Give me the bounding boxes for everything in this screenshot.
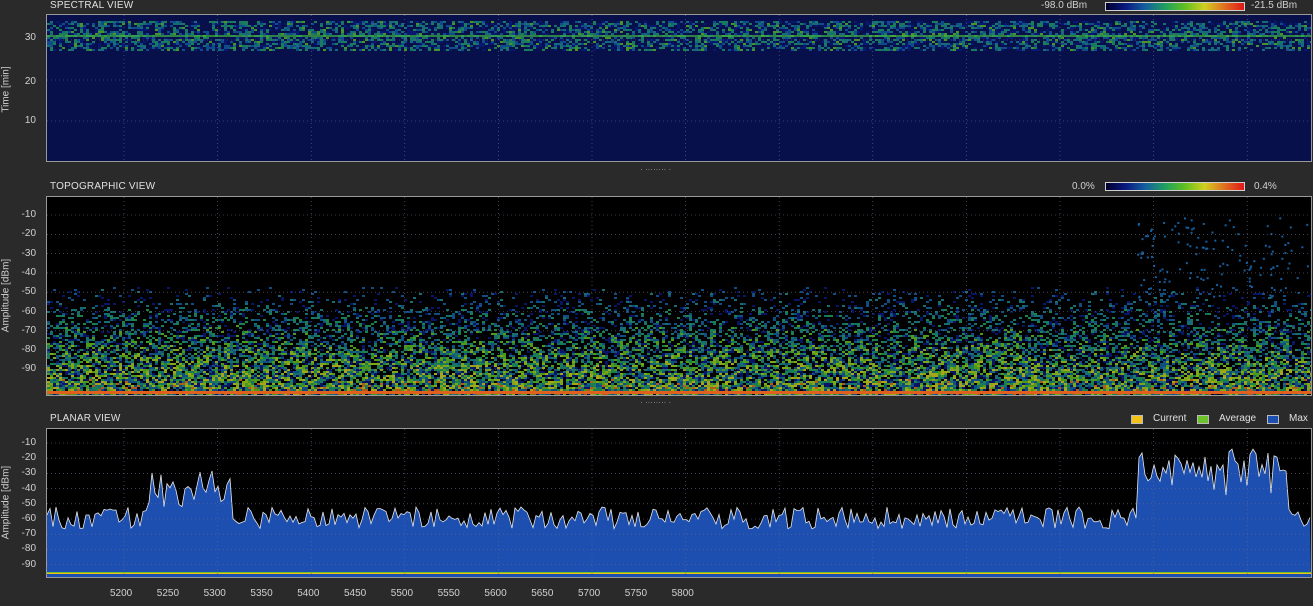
- planar-y-tick: -80: [21, 543, 36, 555]
- topographic-y-tick: -80: [21, 344, 36, 356]
- spectral-y-tick: 30: [24, 32, 36, 43]
- frequency-x-tick: 5600: [484, 588, 507, 599]
- frequency-x-tick: 5200: [110, 588, 133, 599]
- frequency-x-tick: 5550: [437, 588, 460, 599]
- legend-max-swatch: [1267, 415, 1279, 424]
- planar-y-axis-label: Amplitude [dBm]: [0, 465, 12, 540]
- frequency-x-tick: 5300: [203, 588, 226, 599]
- spectral-colorbar-max-label: -21.5 dBm: [1251, 0, 1298, 11]
- spectral-view-title: SPECTRAL VIEW: [50, 0, 134, 11]
- planar-y-tick: -40: [21, 482, 36, 494]
- spectral-y-tick: 20: [24, 76, 36, 87]
- planar-y-tick: -20: [21, 452, 36, 464]
- spectral-topographic-splitter[interactable]: ˙ ˙˙˙˙˙˙˙˙ ˙: [626, 169, 686, 177]
- legend-current-label: Current: [1153, 413, 1187, 424]
- planar-y-tick: -70: [21, 528, 36, 540]
- frequency-x-tick: 5250: [156, 588, 180, 599]
- frequency-x-tick: 5800: [671, 588, 694, 599]
- topographic-y-tick: -30: [21, 247, 36, 259]
- planar-view-title: PLANAR VIEW: [50, 413, 121, 424]
- planar-spectrum-graph: [47, 429, 1311, 577]
- frequency-x-tick: 5450: [344, 588, 367, 599]
- topographic-y-tick: -40: [21, 266, 36, 278]
- frequency-x-tick: 5750: [624, 588, 648, 599]
- topographic-y-axis-label: Amplitude [dBm]: [0, 258, 12, 333]
- spectral-view-plot[interactable]: [46, 14, 1312, 162]
- topographic-view-plot[interactable]: [46, 196, 1312, 396]
- topographic-view-title: TOPOGRAPHIC VIEW: [50, 181, 156, 192]
- spectral-colorbar-min-label: -98.0 dBm: [1041, 0, 1088, 11]
- planar-y-tick: -10: [21, 437, 36, 448]
- planar-y-tick: -30: [21, 467, 36, 479]
- frequency-x-tick: 5650: [531, 588, 554, 599]
- topographic-y-tick: -20: [21, 228, 36, 240]
- frequency-x-tick: 5350: [250, 588, 273, 599]
- legend-current-swatch: [1131, 415, 1143, 424]
- topographic-density-map: [47, 197, 1311, 395]
- spectral-y-tick: 10: [24, 115, 36, 126]
- planar-y-tick: -60: [21, 513, 36, 524]
- topographic-y-tick: -70: [21, 324, 36, 336]
- spectral-y-axis-label: Time [min]: [0, 66, 12, 113]
- planar-y-tick: -50: [21, 497, 36, 509]
- topographic-y-tick: -60: [21, 305, 36, 317]
- legend-average-label: Average: [1219, 413, 1257, 424]
- spectral-colorbar: [1105, 2, 1245, 11]
- frequency-x-tick: 5700: [578, 588, 601, 599]
- planar-view-plot[interactable]: [46, 428, 1312, 578]
- topographic-colorbar: [1105, 182, 1245, 191]
- frequency-x-tick: 5500: [390, 588, 414, 599]
- topographic-y-tick: -50: [21, 286, 36, 298]
- legend-average-swatch: [1197, 415, 1209, 424]
- legend-max-label: Max: [1289, 413, 1308, 424]
- topographic-colorbar-max-label: 0.4%: [1254, 181, 1277, 192]
- spectral-waterfall: [47, 15, 1311, 161]
- topographic-y-tick: -10: [21, 209, 36, 220]
- topographic-colorbar-min-label: 0.0%: [1072, 181, 1095, 192]
- frequency-x-tick: 5400: [297, 588, 320, 599]
- topographic-y-tick: -90: [21, 363, 36, 375]
- planar-y-tick: -90: [21, 558, 36, 570]
- topographic-planar-splitter[interactable]: ˙ ˙˙˙˙˙˙˙˙ ˙: [626, 402, 686, 410]
